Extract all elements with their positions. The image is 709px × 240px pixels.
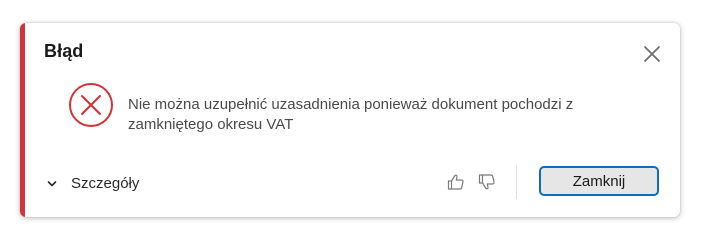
error-message: Nie można uzupełnić uzasadnienia poniewa… (128, 96, 574, 133)
error-icon (68, 82, 114, 128)
error-dialog: Błąd Nie można uzupełnić uzasadnienia po… (20, 23, 680, 217)
close-button[interactable]: Zamknij (539, 166, 659, 196)
details-label: Szczegóły (71, 174, 140, 192)
dialog-title: Błąd (44, 41, 84, 61)
error-accent-bar (20, 23, 25, 217)
details-toggle[interactable]: Szczegóły (46, 173, 139, 193)
footer-divider (516, 165, 517, 199)
chevron-down-icon (46, 177, 58, 189)
thumbs-up-icon[interactable] (446, 172, 466, 192)
close-icon[interactable] (641, 43, 663, 65)
thumbs-down-icon[interactable] (477, 172, 497, 192)
